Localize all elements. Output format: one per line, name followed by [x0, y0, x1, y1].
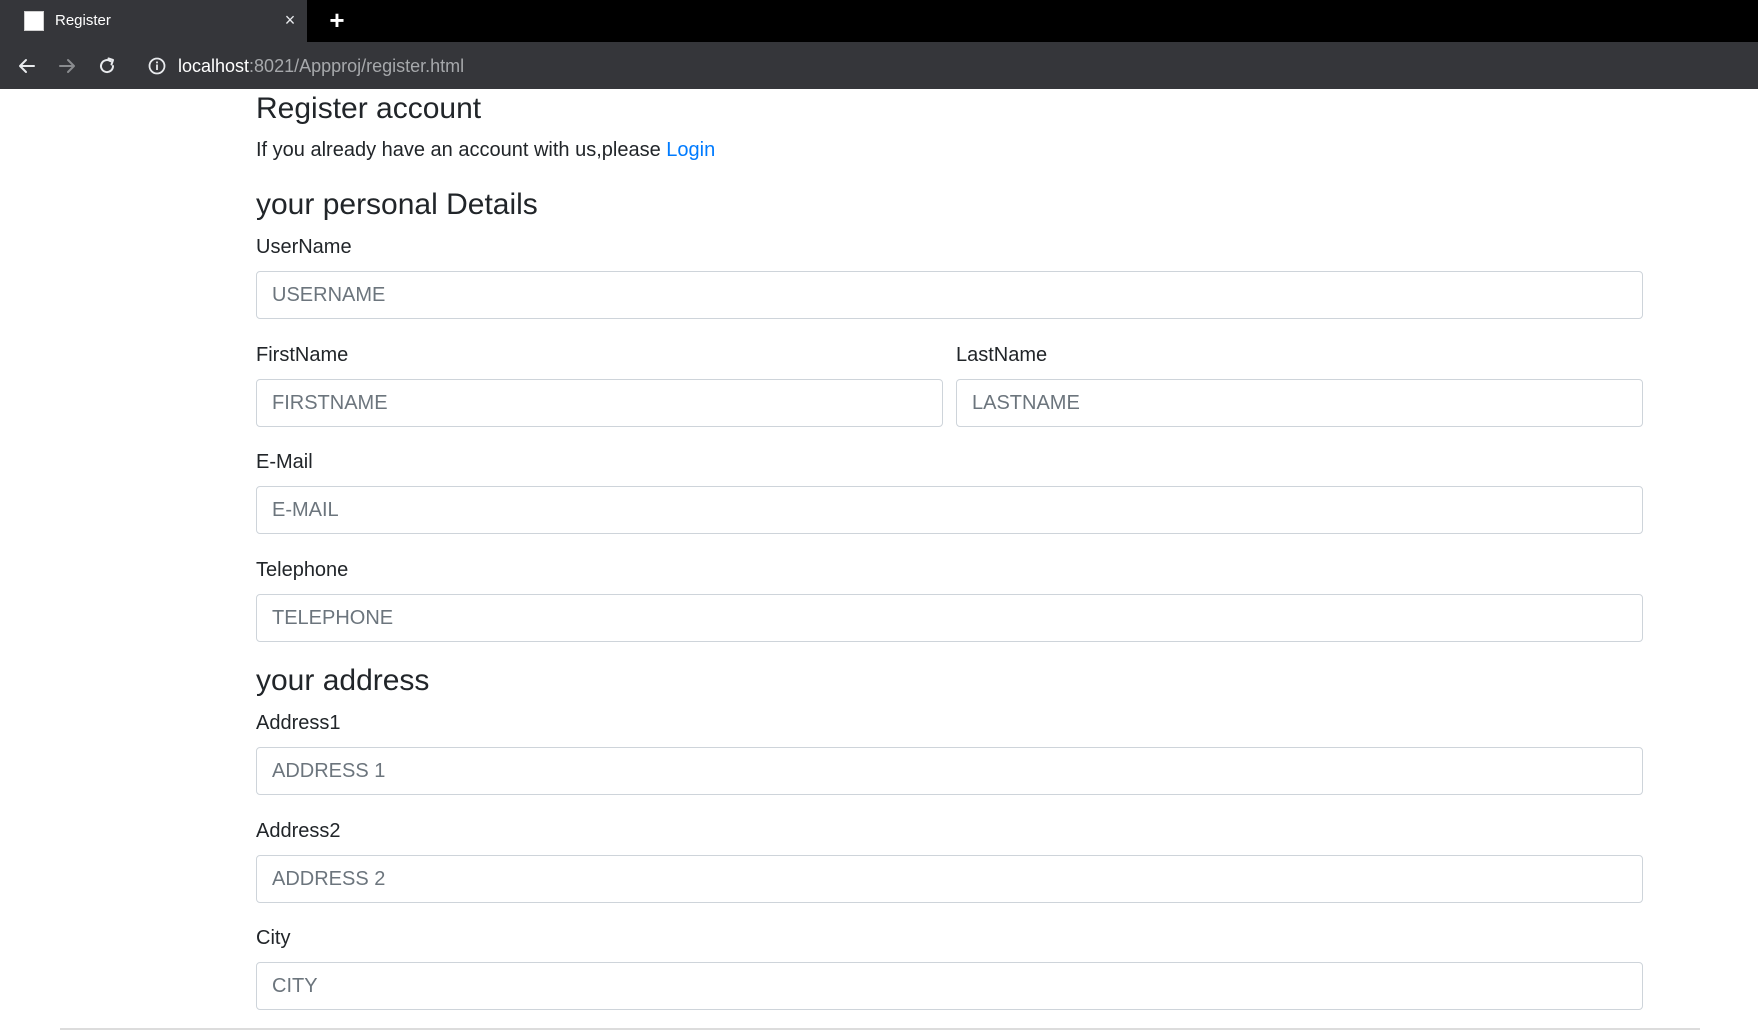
forward-button[interactable] [53, 52, 81, 80]
city-label: City [256, 927, 291, 949]
close-tab-icon[interactable]: × [280, 10, 300, 30]
address2-input[interactable] [256, 855, 1643, 903]
login-prompt-text: If you already have an account with us,p… [256, 139, 667, 161]
new-tab-icon[interactable]: + [325, 7, 349, 33]
reload-button[interactable] [93, 52, 121, 80]
info-icon[interactable] [148, 57, 166, 75]
tab-title: Register [55, 12, 111, 29]
address1-input[interactable] [256, 747, 1643, 795]
section-address: your address [256, 664, 430, 697]
reload-icon [100, 57, 115, 74]
username-label: UserName [256, 236, 352, 258]
address2-label: Address2 [256, 820, 341, 842]
page-favicon-icon [24, 11, 44, 31]
browser-tab[interactable]: Register × [0, 0, 307, 42]
page-title: Register account [256, 92, 482, 125]
email-label: E-Mail [256, 451, 313, 473]
lastname-label: LastName [956, 344, 1048, 366]
telephone-input[interactable] [256, 594, 1643, 642]
city-input[interactable] [256, 962, 1643, 1010]
arrow-right-icon [59, 59, 75, 73]
firstname-label: FirstName [256, 344, 349, 366]
browser-toolbar: localhost:8021/Appproj/register.html [0, 42, 1758, 89]
section-personal-details: your personal Details [256, 188, 538, 221]
lastname-input[interactable] [956, 379, 1643, 427]
login-link[interactable]: Login [666, 139, 715, 161]
page-content: Register account If you already have an … [0, 89, 1758, 1031]
url-path: :8021/Appproj/register.html [249, 56, 465, 76]
email-input[interactable] [256, 486, 1643, 534]
address-bar[interactable]: localhost:8021/Appproj/register.html [140, 48, 1750, 84]
url-text[interactable]: localhost:8021/Appproj/register.html [178, 56, 464, 76]
login-prompt: If you already have an account with us,p… [256, 138, 715, 162]
url-host: localhost [178, 56, 250, 76]
address1-label: Address1 [256, 712, 341, 734]
page-divider [60, 1028, 1700, 1030]
firstname-input[interactable] [256, 379, 943, 427]
username-input[interactable] [256, 271, 1643, 319]
browser-tab-strip: Register × + [0, 0, 1758, 42]
telephone-label: Telephone [256, 559, 349, 581]
arrow-left-icon [19, 59, 35, 73]
back-button[interactable] [13, 52, 41, 80]
